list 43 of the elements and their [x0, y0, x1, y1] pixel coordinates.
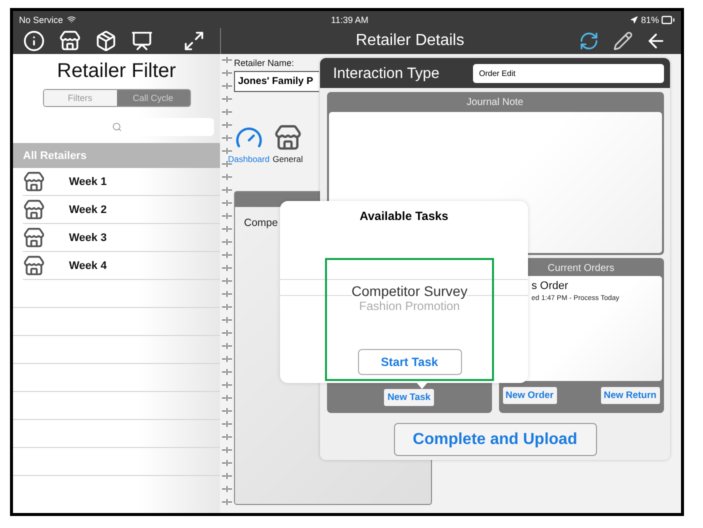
order-button[interactable]: New Order — [502, 387, 557, 404]
wifi-icon — [67, 15, 76, 24]
location-icon — [630, 16, 638, 24]
sync-icon[interactable] — [579, 31, 599, 51]
list-item[interactable]: Week 4 — [69, 260, 107, 272]
task-subtitle: Fashion Promotion — [359, 299, 460, 313]
card-text: Compe — [244, 217, 278, 229]
order-title[interactable]: s Order — [532, 280, 568, 292]
battery-percent: 81% — [640, 14, 659, 24]
list-item[interactable]: Week 3 — [69, 232, 107, 244]
new-task-button[interactable]: New Task — [384, 389, 434, 406]
task-name[interactable]: Competitor Survey — [352, 283, 468, 299]
list-item[interactable]: Week 1 — [69, 176, 107, 188]
nav-item[interactable]: General — [272, 124, 303, 164]
store-icon — [23, 254, 45, 276]
nav-item[interactable]: Dashboard — [228, 124, 270, 164]
page-title: Retailer Details — [354, 32, 466, 50]
panel-header: Current Orders — [546, 262, 616, 276]
order-button[interactable]: New Return — [600, 387, 660, 404]
section-header: All Retailers — [13, 143, 220, 168]
store-icon — [23, 226, 45, 248]
dialog-title: Interaction Type — [333, 64, 440, 82]
popover-title: Available Tasks — [360, 209, 448, 223]
retailer-name-field[interactable]: Jones' Family P — [234, 71, 319, 92]
field-label: Retailer Name: — [234, 58, 296, 68]
easel-icon[interactable] — [131, 30, 153, 52]
package-icon[interactable] — [95, 30, 117, 52]
interaction-type-field[interactable]: Order Edit — [473, 64, 664, 82]
search-icon — [112, 122, 122, 132]
expand-icon[interactable] — [183, 30, 205, 52]
store-icon — [274, 124, 302, 152]
store-icon — [23, 170, 45, 192]
carrier-label: No Service — [19, 14, 64, 24]
start-task-button[interactable]: Start Task — [358, 349, 462, 375]
info-icon[interactable] — [23, 30, 45, 52]
list-item[interactable]: Week 2 — [69, 204, 107, 216]
clock: 11:39 AM — [331, 14, 368, 24]
complete-upload-button[interactable]: Complete and Upload — [394, 423, 596, 456]
store-icon[interactable] — [59, 30, 81, 52]
sidebar-title: Retailer Filter — [56, 60, 177, 83]
panel-header: Journal Note — [466, 96, 524, 110]
store-icon — [23, 198, 45, 220]
pencil-icon[interactable] — [613, 31, 633, 51]
